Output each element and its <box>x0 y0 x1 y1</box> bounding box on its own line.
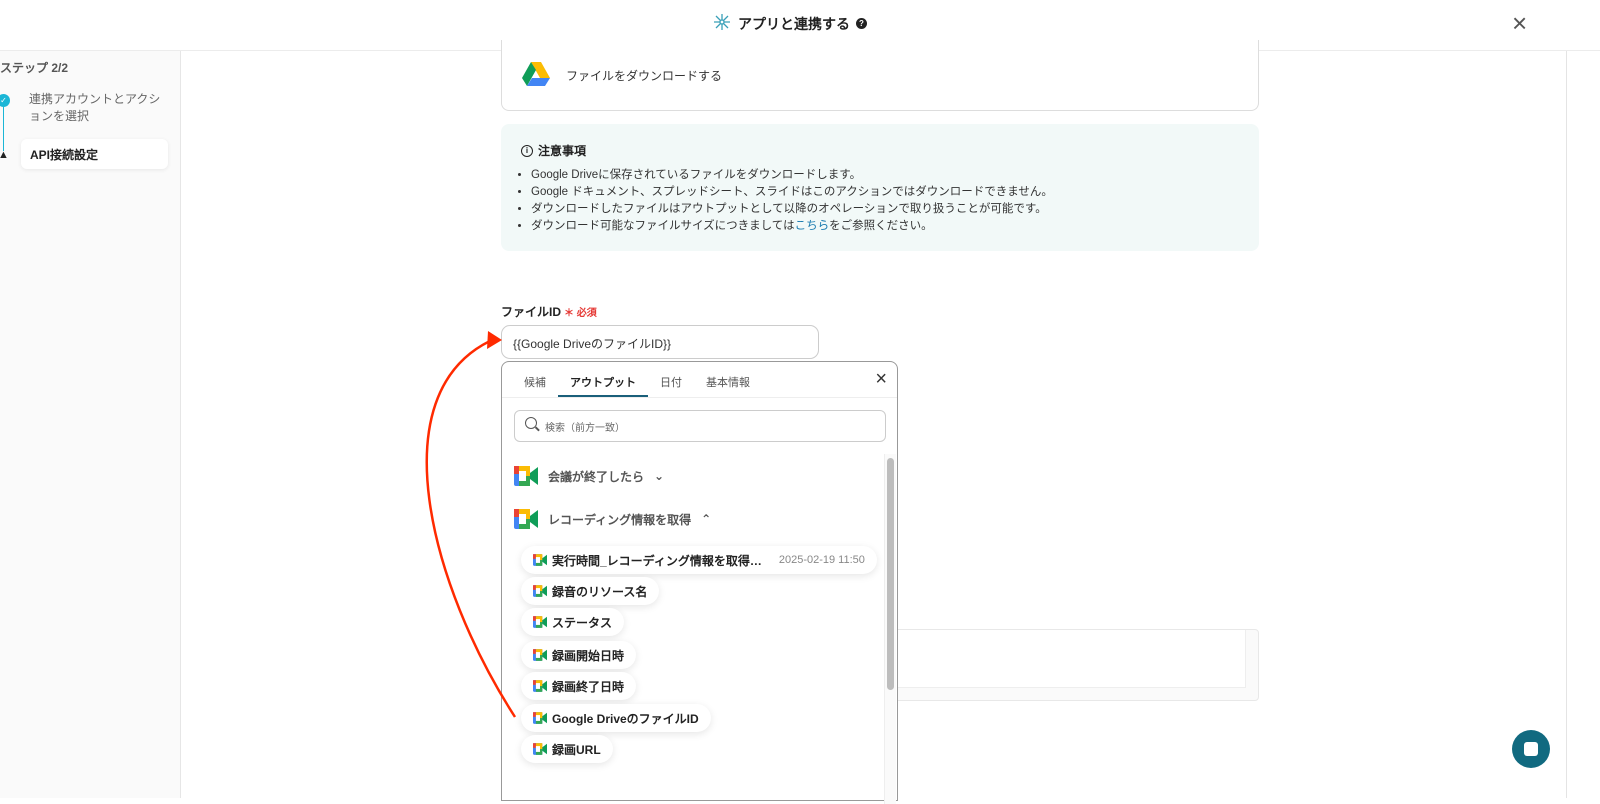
step-1[interactable]: 連携アカウントとアクションを選択 <box>29 91 164 125</box>
action-card: ファイルをダウンロードする <box>501 40 1259 111</box>
search-icon <box>525 417 537 429</box>
google-meet-icon <box>533 649 547 661</box>
notice-text: をご参照ください。 <box>829 220 933 232</box>
google-meet-icon <box>533 680 547 692</box>
action-label: ファイルをダウンロードする <box>566 69 723 83</box>
close-button[interactable]: × <box>1512 8 1527 39</box>
help-icon[interactable]: ? <box>856 18 867 29</box>
google-meet-icon <box>533 743 547 755</box>
search-input[interactable]: 検索（前方一致） <box>514 410 886 442</box>
modal-title: アプリと連携する ? <box>712 12 867 35</box>
google-meet-icon <box>533 616 547 628</box>
output-item[interactable]: ステータス <box>521 608 625 636</box>
item-label: 録音のリソース名 <box>552 584 648 599</box>
title-text: アプリと連携する <box>738 15 850 32</box>
annotation-arrow <box>425 331 517 718</box>
chat-support-button[interactable] <box>1512 730 1550 768</box>
item-label: Google DriveのファイルID <box>552 711 699 726</box>
group-label: 会議が終了したら <box>548 469 645 484</box>
notice-box: i 注意事項 Google Driveに保存されているファイルをダウンロードします… <box>501 124 1259 251</box>
output-item[interactable]: 録画URL <box>521 735 613 763</box>
chat-icon <box>1524 742 1538 756</box>
background-field <box>880 629 1259 701</box>
notice-title: 注意事項 <box>538 144 587 158</box>
step-sidebar: ステップ 2/2 ✓ 連携アカウントとアクションを選択 ▲ API接続設定 <box>0 51 181 798</box>
tab-output[interactable]: アウトプット <box>558 362 648 397</box>
scrollbar-thumb[interactable] <box>887 458 894 690</box>
notice-text: ダウンロード可能なファイルサイズにつきましては <box>531 220 795 232</box>
item-label: 録画終了日時 <box>552 679 625 694</box>
group-meeting-ended[interactable]: 会議が終了したら ⌄ <box>514 466 664 486</box>
output-item[interactable]: 録画開始日時 <box>521 641 637 669</box>
chevron-up-icon: ⌃ <box>701 512 712 526</box>
item-label: ステータス <box>552 615 613 630</box>
output-picker: 候補 アウトプット 日付 基本情報 × 検索（前方一致） 会議が終了したら ⌄ レ… <box>501 361 898 804</box>
google-meet-icon <box>533 712 547 724</box>
scroll-edge <box>1566 51 1567 798</box>
info-icon: i <box>521 144 533 157</box>
warning-icon: ▲ <box>0 149 9 161</box>
field-label-text: ファイルID <box>501 305 562 319</box>
required-badge: ＊ 必須 <box>564 308 597 319</box>
output-item[interactable]: 録画終了日時 <box>521 672 637 700</box>
notice-item: ダウンロードしたファイルはアウトプットとして以降のオペレーションで取り扱うことが… <box>531 201 1239 218</box>
notice-item: ダウンロード可能なファイルサイズにつきましてはこちらをご参照ください。 <box>531 218 1239 235</box>
item-label: 録画URL <box>552 742 601 757</box>
field-label: ファイルID ＊ 必須 <box>501 303 597 320</box>
tab-date[interactable]: 日付 <box>648 362 694 397</box>
scrollbar[interactable] <box>884 454 896 804</box>
google-meet-icon <box>533 585 547 597</box>
notice-item: Google ドキュメント、スプレッドシート、スライドはこのアクションではダウン… <box>531 184 1239 201</box>
chevron-down-icon: ⌄ <box>654 469 665 483</box>
item-label: 録画開始日時 <box>552 648 625 663</box>
step-connector <box>3 107 4 151</box>
search-placeholder: 検索（前方一致） <box>545 423 625 434</box>
group-get-recording[interactable]: レコーディング情報を取得 ⌃ <box>514 509 711 529</box>
output-item[interactable]: Google DriveのファイルID <box>521 704 711 732</box>
google-drive-icon <box>522 62 550 91</box>
item-label: 実行時間_レコーディング情報を取得… <box>552 553 762 568</box>
group-label: レコーディング情報を取得 <box>548 512 692 527</box>
output-item[interactable]: 録音のリソース名 <box>521 577 660 605</box>
output-item[interactable]: 実行時間_レコーディング情報を取得… 2025-02-19 11:50 <box>521 546 877 574</box>
google-meet-icon <box>533 554 547 566</box>
notice-item: Google Driveに保存されているファイルをダウンロードします。 <box>531 167 1239 184</box>
check-icon: ✓ <box>0 94 10 107</box>
integration-icon <box>712 12 732 35</box>
tab-basic-info[interactable]: 基本情報 <box>694 362 762 397</box>
item-value: 2025-02-19 11:50 <box>778 554 865 566</box>
file-id-input[interactable]: {{Google DriveのファイルID}} <box>501 325 819 359</box>
picker-close-button[interactable]: × <box>875 368 887 391</box>
picker-tabs: 候補 アウトプット 日付 基本情報 <box>502 362 897 398</box>
step-counter: ステップ 2/2 <box>0 61 69 75</box>
step-2[interactable]: API接続設定 <box>21 139 168 169</box>
help-link[interactable]: こちら <box>795 220 830 232</box>
